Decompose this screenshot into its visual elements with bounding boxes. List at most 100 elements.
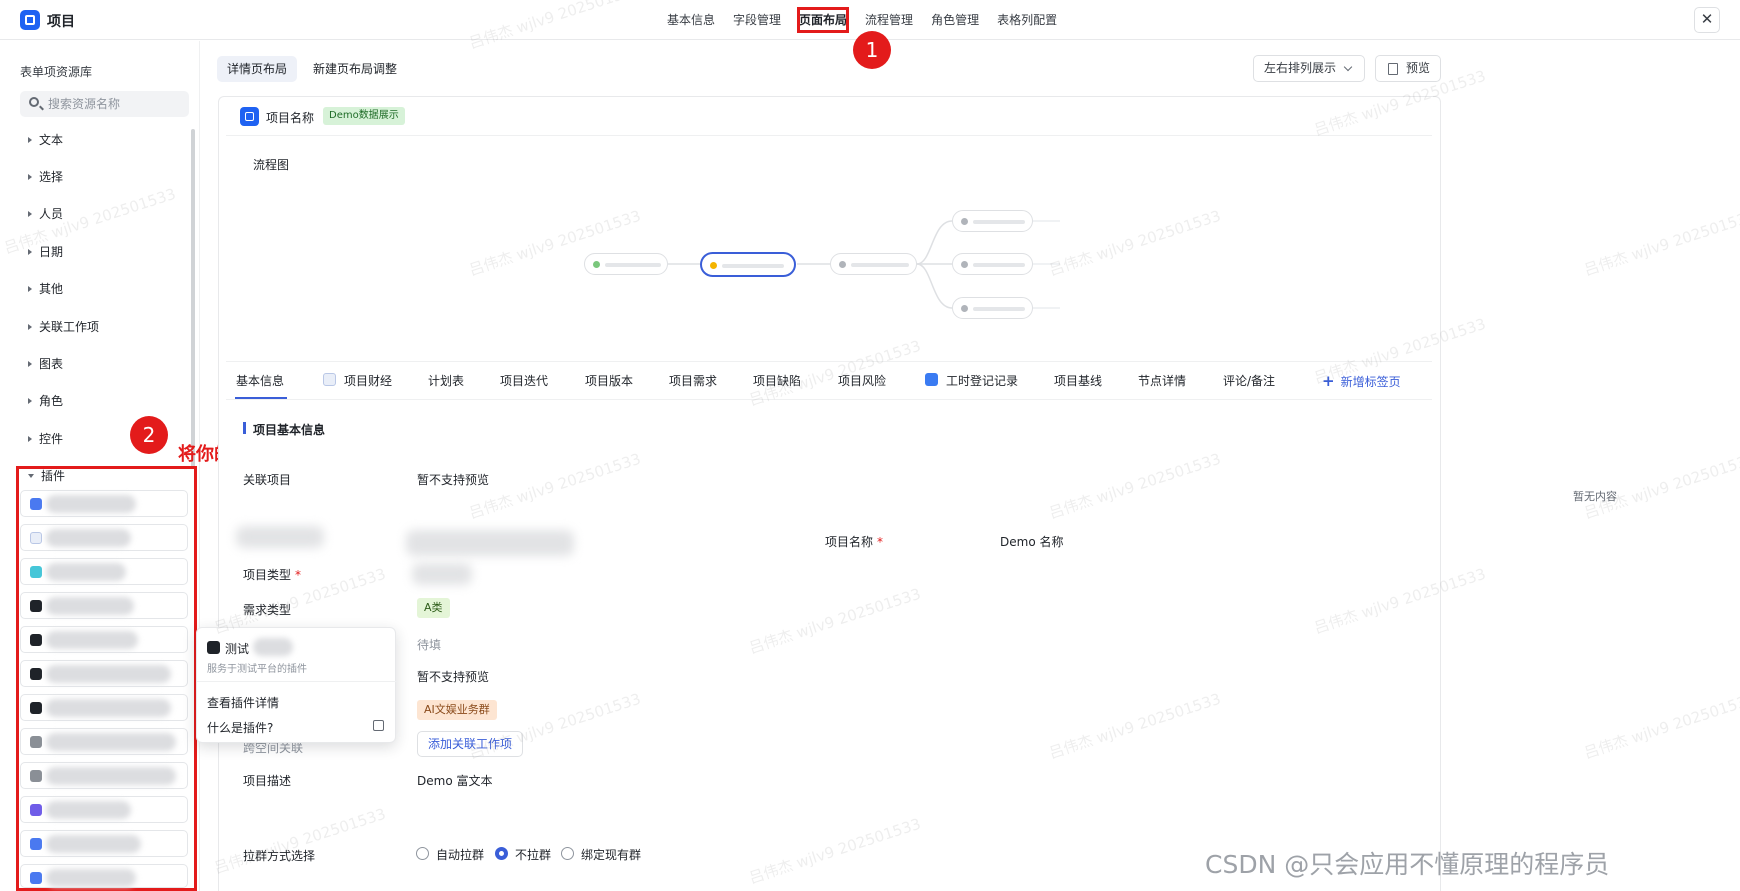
plugin-icon [30,702,42,714]
tab-role-management[interactable]: 角色管理 [922,0,988,40]
add-tab-button[interactable]: + 新增标签页 [1322,372,1401,390]
plugin-item[interactable] [20,524,188,551]
detail-tab-version[interactable]: 项目版本 [585,372,633,389]
flow-node[interactable] [952,297,1033,319]
popover-header: 测试 服务于测试平台的插件 [197,628,397,682]
category-person[interactable]: 人员 [28,205,63,222]
plugin-icon [30,872,42,884]
detail-tab-risks[interactable]: 项目风险 [838,372,886,389]
category-date[interactable]: 日期 [28,243,63,260]
plugin-item[interactable] [20,592,188,619]
plugin-icon [30,600,42,612]
plugin-item[interactable] [20,660,188,687]
radio-bind-existing[interactable] [561,847,574,860]
detail-tab-finance[interactable]: 项目财经 [344,372,392,389]
caret-right-icon [28,323,32,330]
group-tag: AI文娱业务群 [417,700,497,720]
field-label-project-name: 项目名称 * [825,535,884,549]
plugin-popover: 测试 服务于测试平台的插件 查看插件详情 什么是插件? [196,627,397,743]
detail-tab-baseline[interactable]: 项目基线 [1054,372,1102,389]
radio-label: 不拉群 [515,848,552,862]
tab-field-management[interactable]: 字段管理 [724,0,790,40]
detail-tab-defects[interactable]: 项目缺陷 [753,372,801,389]
search-icon [29,97,39,107]
caret-right-icon [28,360,32,367]
field-label-group-method: 拉群方式选择 [243,849,316,863]
what-is-plugin-link[interactable]: 什么是插件? [207,719,273,736]
project-icon [240,107,259,126]
tab-create-layout[interactable]: 新建页布局调整 [303,56,407,82]
category-select[interactable]: 选择 [28,168,63,185]
caret-right-icon [28,435,32,442]
annotation-badge-1: 1 [853,31,891,69]
caret-right-icon [28,285,32,292]
tab-detail-layout[interactable]: 详情页布局 [217,56,298,82]
card-title: 项目名称 [266,111,315,125]
open-external-icon[interactable] [373,720,384,731]
field-label-description: 项目描述 [243,774,292,788]
plugin-name: 测试 [225,642,250,656]
category-linked-work-item[interactable]: 关联工作项 [28,318,99,335]
tab-table-column-config[interactable]: 表格列配置 [988,0,1066,40]
plugin-icon [30,736,42,748]
category-other[interactable]: 其他 [28,280,63,297]
tab-page-layout[interactable]: 页面布局 [790,0,856,40]
view-plugin-detail-link[interactable]: 查看插件详情 [207,694,279,711]
plugin-item[interactable] [20,830,188,857]
finance-tab-icon [323,373,336,386]
sidebar-scrollbar[interactable] [191,129,195,469]
plugin-item[interactable] [20,490,188,517]
field-value-description: Demo 富文本 [417,774,493,788]
caret-right-icon [28,210,32,217]
plugin-item[interactable] [20,796,188,823]
caret-right-icon [28,248,32,255]
app-logo-icon [20,10,40,30]
detail-tab-node-details[interactable]: 节点详情 [1138,372,1186,389]
demand-type-tag: A类 [417,598,450,618]
flow-node-current[interactable] [700,252,796,277]
flow-node[interactable] [952,210,1033,232]
detail-tab-plan[interactable]: 计划表 [428,372,464,389]
blurred-field-value [412,563,472,585]
category-role[interactable]: 角色 [28,392,63,409]
preview-button[interactable]: 预览 [1375,55,1441,82]
category-text[interactable]: 文本 [28,131,63,148]
radio-auto-group[interactable] [416,847,429,860]
category-chart[interactable]: 图表 [28,355,63,372]
radio-no-group[interactable] [495,847,508,860]
resource-search-input[interactable] [48,91,184,117]
timesheet-tab-icon [925,373,938,386]
arrange-select[interactable]: 左右排列展示 [1253,55,1365,82]
caret-right-icon [28,173,32,180]
flow-node[interactable] [830,253,917,275]
chevron-down-icon [1343,62,1353,72]
detail-tab-comments[interactable]: 评论/备注 [1223,372,1275,389]
plugin-icon [30,668,42,680]
detail-tab-requirements[interactable]: 项目需求 [669,372,717,389]
flow-node-start[interactable] [584,253,668,275]
detail-tab-basic-info[interactable]: 基本信息 [236,372,284,389]
flow-node[interactable] [952,253,1033,275]
plugin-item[interactable] [20,558,188,585]
plugin-item[interactable] [20,694,188,721]
annotation-badge-2: 2 [130,416,168,454]
detail-tab-timesheet[interactable]: 工时登记记录 [946,372,1018,389]
field-label-demand-type: 需求类型 [243,603,292,617]
add-related-work-item-button[interactable]: 添加关联工作项 [417,731,524,757]
plugin-item[interactable] [20,762,188,789]
plugin-icon [30,532,42,544]
plugin-description: 服务于测试平台的插件 [207,664,307,675]
tab-basic-info[interactable]: 基本信息 [658,0,724,40]
close-button[interactable]: ✕ [1694,7,1720,33]
detail-tab-iteration[interactable]: 项目迭代 [500,372,548,389]
section-marker [243,422,246,434]
plugin-item[interactable] [20,864,188,888]
demo-tag: Demo数据展示 [323,107,405,125]
plugin-item[interactable] [20,728,188,755]
field-value-pending: 待填 [417,638,442,652]
divider [226,361,1432,362]
plugin-icon [30,770,42,782]
plus-icon: + [1322,372,1335,390]
category-control[interactable]: 控件 [28,430,63,447]
plugin-item[interactable] [20,626,188,653]
